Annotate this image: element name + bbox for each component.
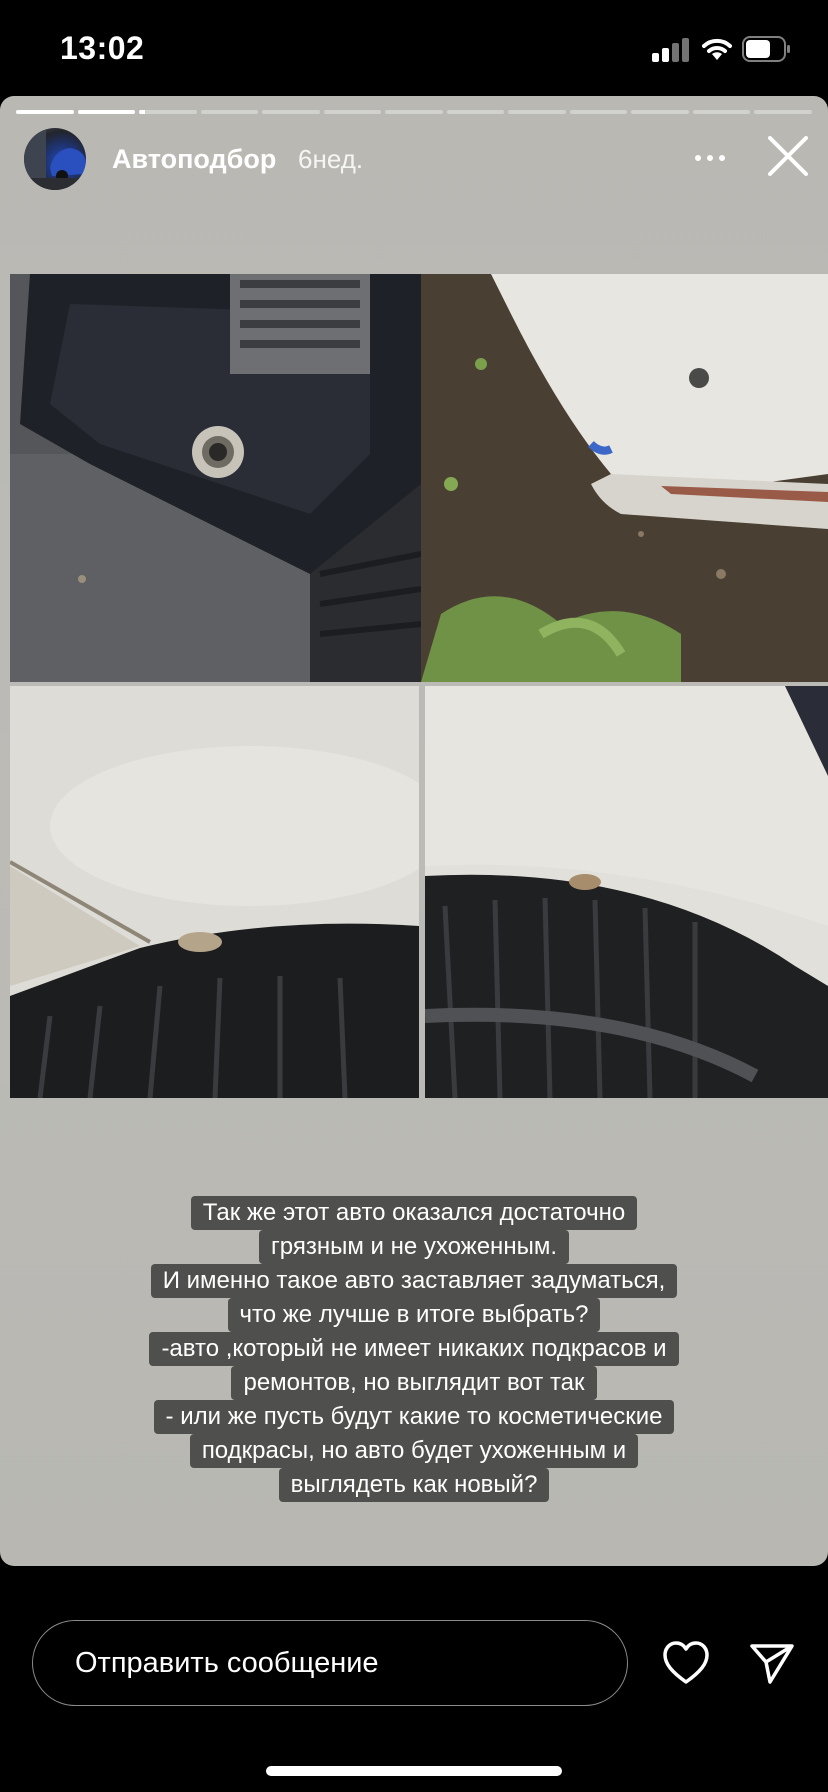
battery-icon bbox=[742, 36, 790, 62]
progress-segment bbox=[200, 110, 259, 114]
wifi-icon bbox=[702, 38, 732, 60]
caption-line: - или же пусть будут какие то косметичес… bbox=[0, 1400, 828, 1434]
story-header: Автоподбор 6нед. bbox=[0, 128, 828, 194]
message-input[interactable] bbox=[32, 1620, 628, 1706]
progress-fill bbox=[77, 110, 136, 114]
progress-segment bbox=[569, 110, 628, 114]
signal-icon bbox=[652, 38, 690, 62]
photo-fender-right bbox=[425, 686, 828, 1098]
caption-line: подкрасы, но авто будет ухоженным и bbox=[0, 1434, 828, 1468]
heart-icon[interactable] bbox=[662, 1640, 710, 1686]
progress-segment bbox=[631, 110, 689, 114]
progress-fill bbox=[16, 110, 74, 114]
progress-segment bbox=[446, 110, 505, 114]
progress-fill bbox=[139, 110, 145, 114]
send-icon[interactable] bbox=[748, 1640, 796, 1686]
avatar[interactable] bbox=[24, 128, 86, 190]
caption-line: Так же этот авто оказался достаточно bbox=[0, 1196, 828, 1230]
story-time: 6нед. bbox=[298, 144, 364, 174]
progress-segment bbox=[139, 110, 197, 114]
story-card[interactable]: Автоподбор 6нед. Так же этот авто оказал… bbox=[0, 96, 828, 1566]
progress-segment bbox=[323, 110, 382, 114]
home-indicator[interactable] bbox=[266, 1766, 562, 1776]
progress-segment bbox=[385, 110, 443, 114]
caption-line: ремонтов, но выглядит вот так bbox=[0, 1366, 828, 1400]
progress-segment bbox=[262, 110, 320, 114]
reply-bar bbox=[0, 1600, 828, 1720]
caption-line: -авто ,который не имеет никаких подкрасо… bbox=[0, 1332, 828, 1366]
avatar-car-image bbox=[24, 128, 86, 190]
progress-segment bbox=[77, 110, 136, 114]
photo-collage bbox=[10, 274, 828, 1098]
close-icon[interactable] bbox=[764, 132, 812, 180]
progress-segment bbox=[16, 110, 74, 114]
progress-segment bbox=[508, 110, 566, 114]
photo-interior-socket bbox=[10, 274, 421, 682]
photo-bumper-ground bbox=[421, 274, 828, 682]
progress-segment bbox=[692, 110, 751, 114]
status-time: 13:02 bbox=[60, 30, 145, 66]
status-bar: 13:02 bbox=[0, 0, 828, 96]
caption-line: И именно такое авто заставляет задуматьс… bbox=[0, 1264, 828, 1298]
caption-line: что же лучше в итоге выбрать? bbox=[0, 1298, 828, 1332]
caption-line: грязным и не ухоженным. bbox=[0, 1230, 828, 1264]
caption-line: выглядеть как новый? bbox=[0, 1468, 828, 1502]
progress-segment bbox=[754, 110, 812, 114]
story-caption: Так же этот авто оказался достаточно гря… bbox=[0, 1196, 828, 1502]
story-progress bbox=[16, 110, 812, 114]
more-icon[interactable] bbox=[690, 138, 730, 178]
story-username[interactable]: Автоподбор bbox=[112, 144, 276, 175]
photo-fender-left bbox=[10, 686, 419, 1098]
